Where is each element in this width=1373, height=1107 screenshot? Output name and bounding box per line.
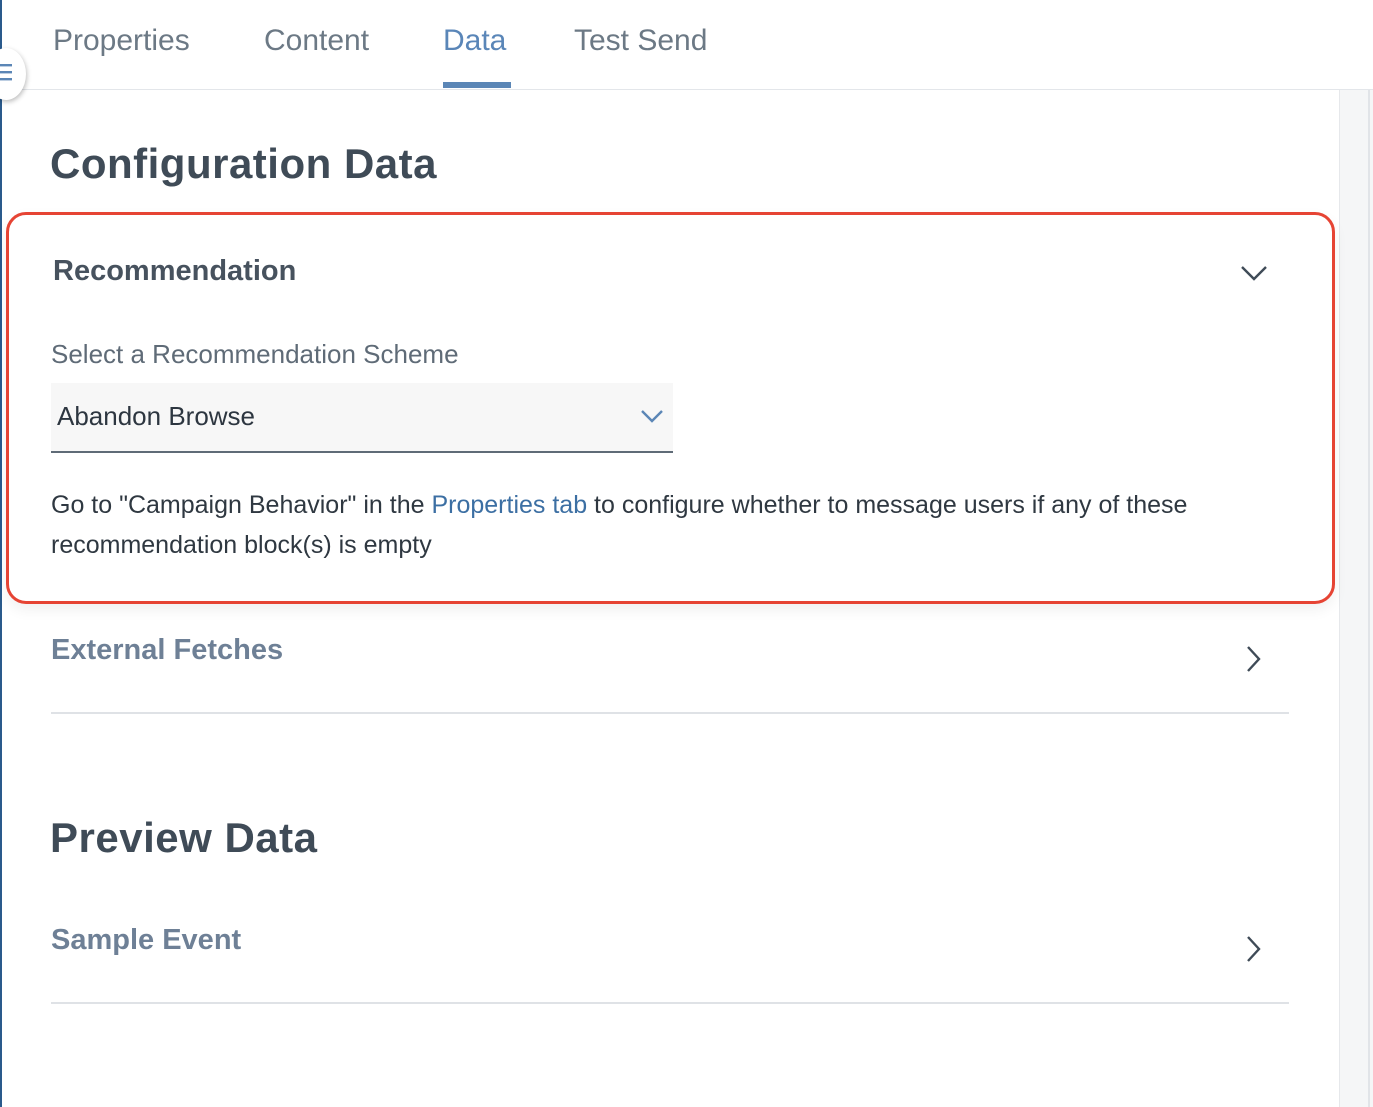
help-text-prefix: Go to "Campaign Behavior" in the [51, 491, 432, 519]
sample-event-row[interactable]: Sample Event [51, 904, 1289, 1004]
menu-icon [0, 62, 14, 87]
recommendation-help-text: Go to "Campaign Behavior" in the Propert… [51, 485, 1301, 565]
recommendation-panel: Recommendation Select a Recommendation S… [6, 212, 1335, 604]
recommendation-scheme-value: Abandon Browse [57, 401, 256, 431]
chevron-right-icon [1243, 934, 1263, 969]
tab-test-send[interactable]: Test Send [574, 24, 707, 58]
properties-tab-link[interactable]: Properties tab [431, 491, 587, 519]
chevron-down-icon[interactable] [1239, 263, 1269, 288]
sample-event-label: Sample Event [51, 924, 242, 956]
scrollbar-line [1368, 90, 1370, 1107]
recommendation-scheme-label: Select a Recommendation Scheme [51, 339, 459, 369]
left-edge-accent [0, 0, 2, 1107]
active-tab-indicator [443, 82, 511, 88]
chevron-right-icon [1243, 644, 1263, 679]
chevron-down-icon [639, 407, 665, 430]
external-fetches-row[interactable]: External Fetches [51, 614, 1289, 714]
configuration-data-title: Configuration Data [50, 140, 437, 187]
preview-data-title: Preview Data [50, 814, 318, 861]
data-tab-page: Properties Content Data Test Send Config… [0, 0, 1373, 1107]
tab-content[interactable]: Content [264, 24, 369, 58]
recommendation-heading[interactable]: Recommendation [53, 255, 296, 288]
tab-properties[interactable]: Properties [53, 24, 190, 58]
recommendation-scheme-select[interactable]: Abandon Browse [51, 383, 673, 453]
external-fetches-label: External Fetches [51, 634, 284, 666]
scrollbar-track[interactable] [1339, 90, 1373, 1107]
tab-bar: Properties Content Data Test Send [0, 0, 1373, 90]
tab-data[interactable]: Data [443, 24, 506, 58]
